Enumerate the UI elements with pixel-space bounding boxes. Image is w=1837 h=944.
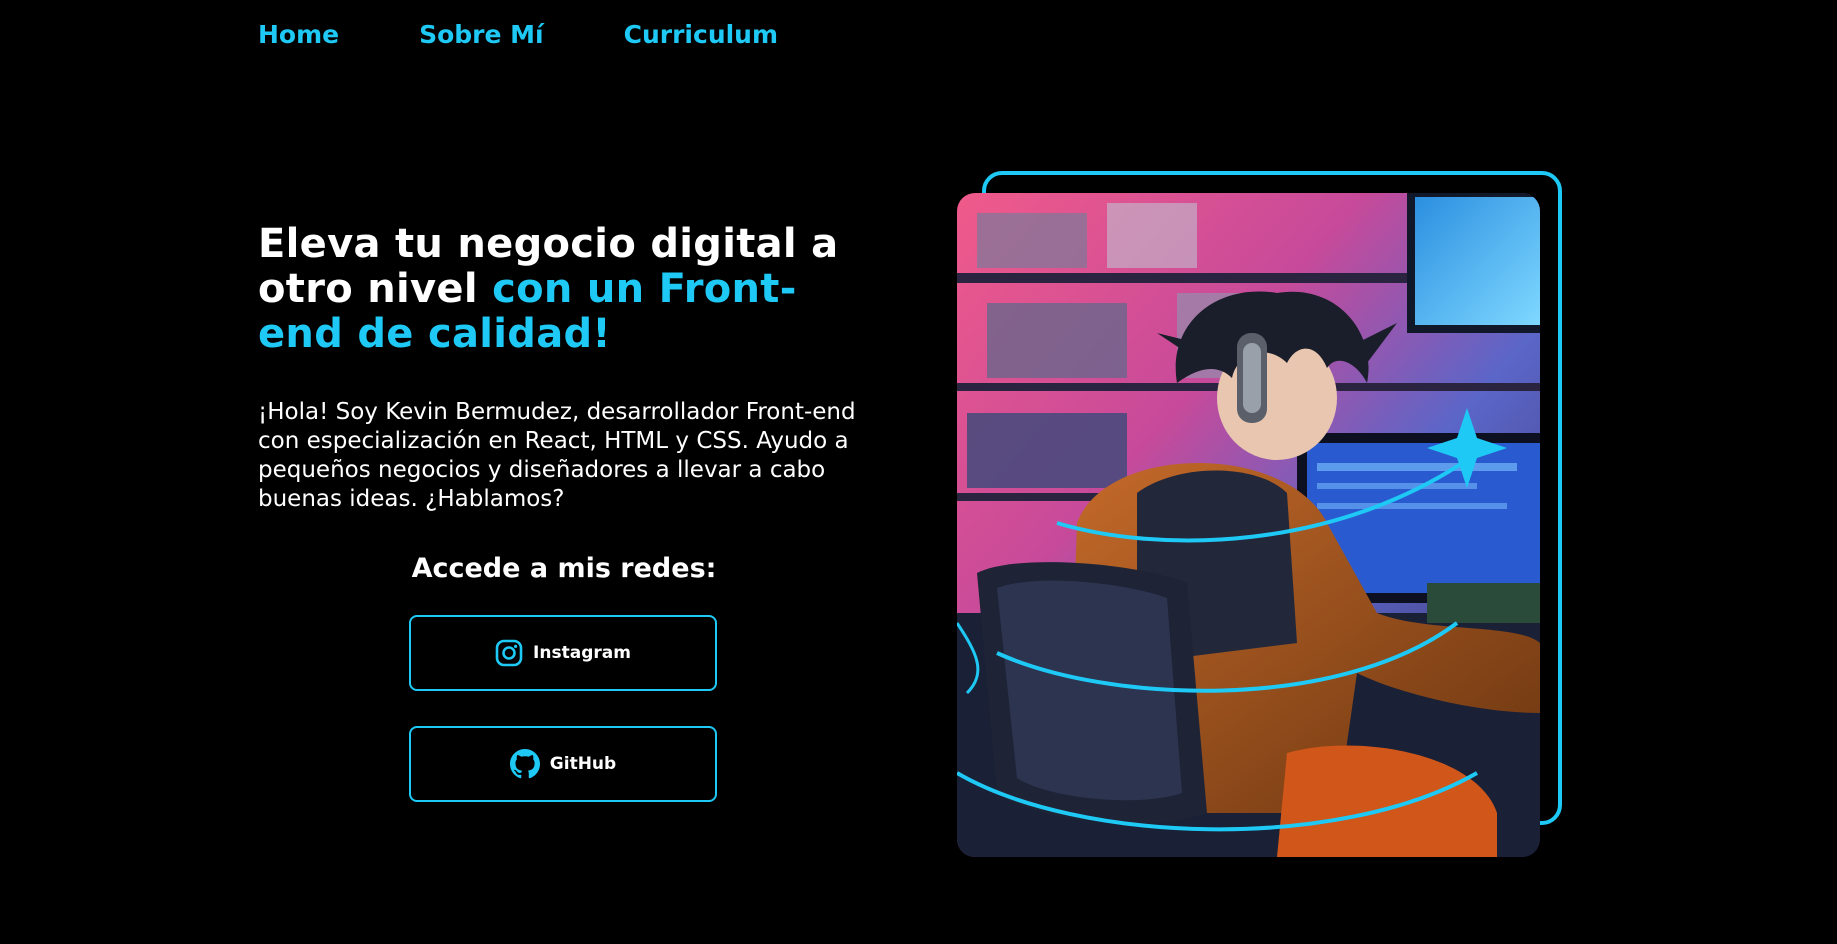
github-button-label: GitHub bbox=[549, 754, 617, 774]
instagram-icon bbox=[495, 639, 523, 667]
instagram-button[interactable]: Instagram bbox=[409, 615, 717, 691]
nav-home-link[interactable]: Home bbox=[258, 20, 339, 49]
hero-title: Eleva tu negocio digital a otro nivel co… bbox=[258, 222, 878, 357]
page: Home Sobre Mí Curriculum Eleva tu negoci… bbox=[0, 0, 1837, 944]
nav-about-link[interactable]: Sobre Mí bbox=[419, 20, 544, 49]
anime-developer-illustration-icon bbox=[957, 193, 1540, 857]
hero-description: ¡Hola! Soy Kevin Bermudez, desarrollador… bbox=[258, 399, 856, 512]
github-button[interactable]: GitHub bbox=[409, 726, 717, 802]
top-nav: Home Sobre Mí Curriculum bbox=[258, 20, 778, 49]
nav-curriculum-link[interactable]: Curriculum bbox=[624, 20, 778, 49]
github-icon bbox=[509, 749, 540, 779]
social-heading: Accede a mis redes: bbox=[411, 553, 717, 584]
instagram-button-label: Instagram bbox=[533, 643, 631, 663]
